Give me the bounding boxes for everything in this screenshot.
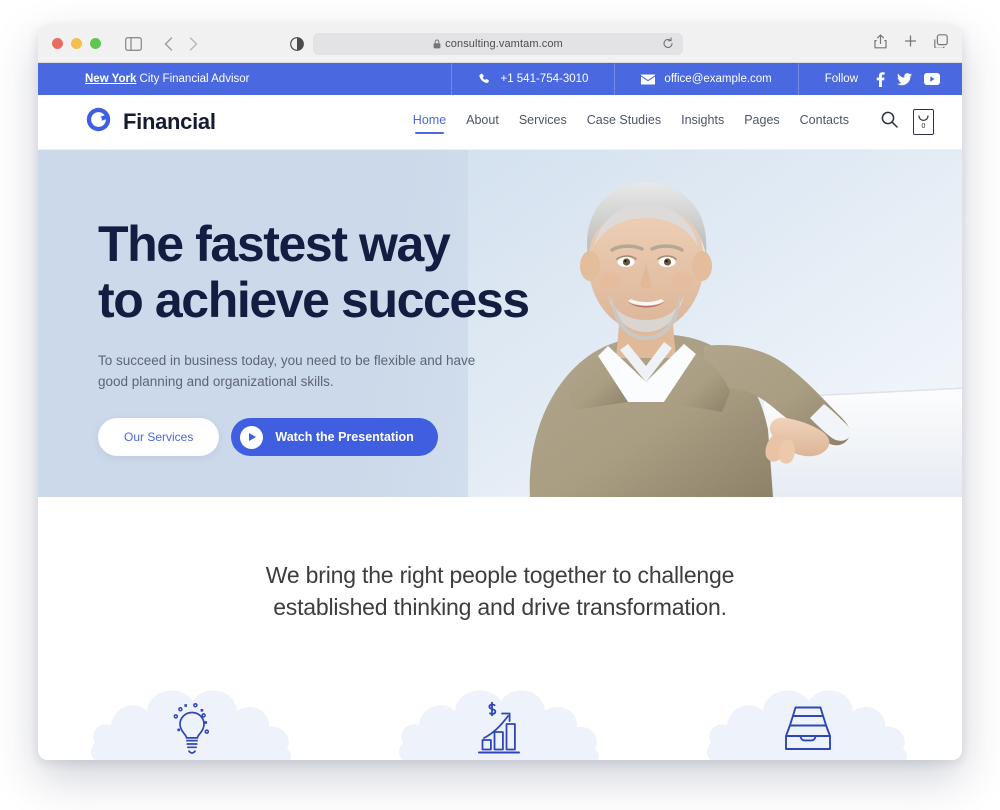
search-icon[interactable] bbox=[881, 111, 898, 133]
chevron-right-icon[interactable] bbox=[189, 36, 198, 51]
browser-window: consulting.vamtam.com New York City Fina… bbox=[38, 25, 962, 760]
phone-number: +1 541-754-3010 bbox=[500, 73, 589, 85]
intro-heading-line1: We bring the right people together to ch… bbox=[265, 562, 735, 588]
hero-title-line1: The fastest way bbox=[98, 216, 451, 272]
hero-actions: Our Services Watch the Presentation bbox=[98, 418, 598, 456]
sidebar-toggle-icon[interactable] bbox=[125, 36, 142, 51]
feature-item-inbox[interactable] bbox=[654, 659, 962, 760]
watch-presentation-button[interactable]: Watch the Presentation bbox=[231, 418, 438, 456]
email-address: office@example.com bbox=[664, 73, 772, 85]
social-links: Follow bbox=[797, 63, 962, 95]
topbar-contacts: +1 541-754-3010 office@example.com Follo… bbox=[451, 63, 962, 95]
hero-copy: The fastest way to achieve success To su… bbox=[98, 216, 598, 456]
nav-item-services[interactable]: Services bbox=[519, 113, 567, 131]
lock-icon bbox=[433, 39, 441, 49]
phone-contact[interactable]: +1 541-754-3010 bbox=[451, 63, 614, 95]
nav-item-about[interactable]: About bbox=[466, 113, 499, 131]
chevron-left-icon[interactable] bbox=[164, 36, 173, 51]
browser-nav-arrows[interactable] bbox=[164, 36, 198, 51]
reload-icon[interactable] bbox=[662, 37, 674, 55]
hero-subtitle: To succeed in business today, you need t… bbox=[98, 350, 498, 392]
contrast-icon[interactable] bbox=[290, 37, 304, 56]
tagline-rest: City Financial Advisor bbox=[136, 73, 250, 85]
cart-count: 0 bbox=[921, 122, 926, 130]
url-text: consulting.vamtam.com bbox=[445, 38, 563, 50]
tagline: New York City Financial Advisor bbox=[85, 73, 249, 85]
hero-section: The fastest way to achieve success To su… bbox=[38, 150, 962, 497]
site-header: Financial Home About Services Case Studi… bbox=[38, 95, 962, 150]
lightbulb-idea-icon bbox=[173, 702, 210, 754]
nav-item-home[interactable]: Home bbox=[413, 113, 446, 134]
minimize-window-button[interactable] bbox=[71, 38, 82, 49]
feature-icons-row bbox=[38, 659, 962, 760]
close-window-button[interactable] bbox=[52, 38, 63, 49]
play-icon bbox=[240, 425, 264, 449]
phone-icon bbox=[478, 73, 491, 86]
share-icon[interactable] bbox=[874, 34, 887, 54]
window-traffic-lights[interactable] bbox=[52, 38, 101, 49]
browser-toolbar-right bbox=[874, 34, 948, 54]
facebook-icon[interactable] bbox=[876, 71, 885, 87]
address-bar[interactable]: consulting.vamtam.com bbox=[313, 33, 683, 55]
email-contact[interactable]: office@example.com bbox=[614, 63, 797, 95]
feature-item-idea[interactable] bbox=[38, 659, 346, 760]
intro-heading-line2: established thinking and drive transform… bbox=[273, 594, 727, 620]
browser-chrome: consulting.vamtam.com bbox=[38, 25, 962, 63]
our-services-button[interactable]: Our Services bbox=[98, 418, 220, 456]
watch-presentation-label: Watch the Presentation bbox=[275, 430, 414, 444]
circular-c-logo-icon bbox=[85, 106, 112, 138]
cart-icon[interactable]: 0 bbox=[913, 109, 934, 135]
hero-title: The fastest way to achieve success bbox=[98, 216, 598, 328]
header-tools: 0 bbox=[881, 109, 934, 135]
follow-label: Follow bbox=[824, 73, 858, 85]
nav-item-contacts[interactable]: Contacts bbox=[800, 113, 849, 131]
nav-item-insights[interactable]: Insights bbox=[681, 113, 724, 131]
envelope-icon bbox=[641, 74, 656, 85]
nav-item-pages[interactable]: Pages bbox=[744, 113, 779, 131]
copy-tabs-icon[interactable] bbox=[934, 34, 948, 54]
maximize-window-button[interactable] bbox=[90, 38, 101, 49]
site-top-info-bar: New York City Financial Advisor +1 541-7… bbox=[38, 63, 962, 95]
hero-title-line2: to achieve success bbox=[98, 272, 530, 328]
hero-subtitle-line1: To succeed in business today, you need t… bbox=[98, 353, 443, 368]
inbox-tray-icon bbox=[785, 706, 831, 750]
intro-section: We bring the right people together to ch… bbox=[38, 497, 962, 760]
twitter-icon[interactable] bbox=[897, 72, 912, 86]
desktop-background: consulting.vamtam.com New York City Fina… bbox=[0, 0, 1000, 810]
growth-bar-chart-dollar-icon bbox=[478, 701, 520, 754]
youtube-icon[interactable] bbox=[924, 73, 940, 85]
brand-logo[interactable]: Financial bbox=[85, 106, 216, 138]
tagline-location-link[interactable]: New York bbox=[85, 73, 136, 85]
nav-item-case-studies[interactable]: Case Studies bbox=[587, 113, 661, 131]
brand-name: Financial bbox=[123, 109, 216, 134]
plus-icon[interactable] bbox=[904, 34, 917, 54]
feature-item-growth[interactable] bbox=[346, 659, 654, 760]
intro-heading: We bring the right people together to ch… bbox=[38, 559, 962, 623]
main-navigation: Home About Services Case Studies Insight… bbox=[413, 109, 934, 135]
